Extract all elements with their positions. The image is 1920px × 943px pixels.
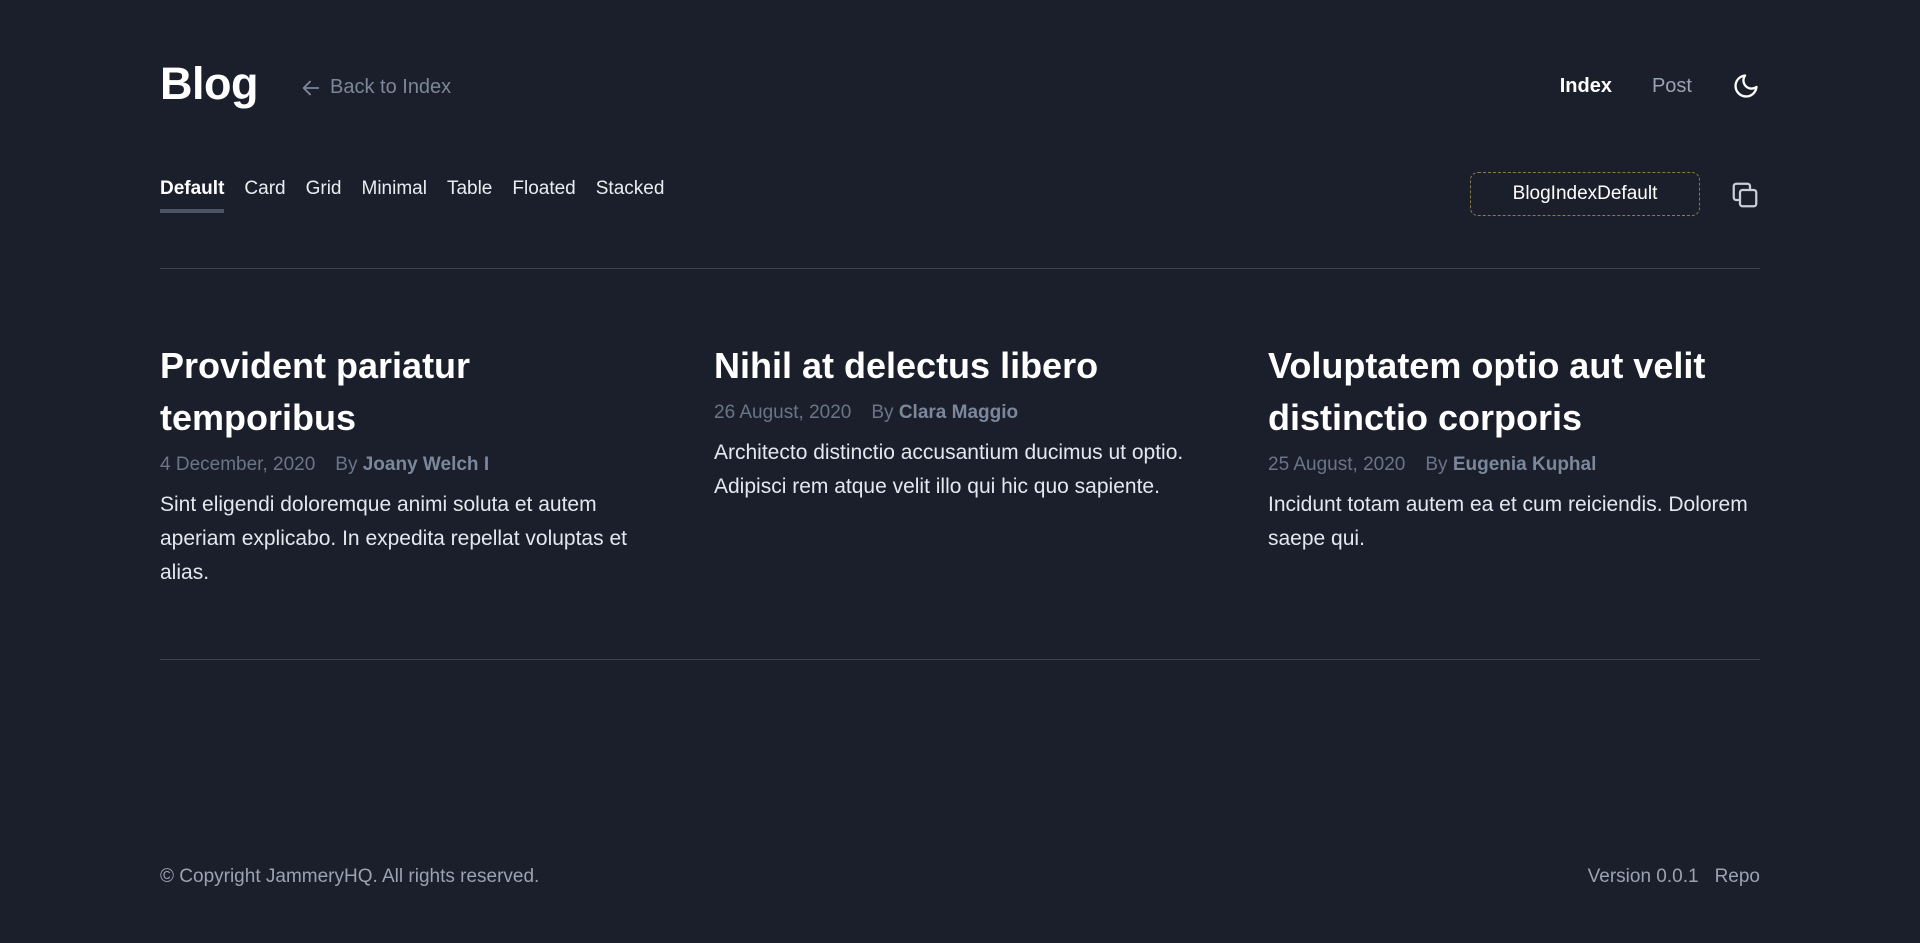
post-date: 26 August, 2020	[714, 402, 852, 423]
variant-tabs-row: Default Card Grid Minimal Table Floated …	[160, 172, 1760, 232]
top-nav: Index Post	[1560, 72, 1760, 100]
nav-index[interactable]: Index	[1560, 75, 1612, 98]
repo-link[interactable]: Repo	[1715, 866, 1760, 888]
post-card: Provident pariatur temporibus 4 December…	[160, 340, 644, 590]
post-meta: 26 August, 2020 By Clara Maggio	[714, 402, 1198, 424]
by-label: By	[871, 402, 894, 423]
post-meta: 25 August, 2020 By Eugenia Kuphal	[1268, 454, 1752, 476]
post-author[interactable]: Clara Maggio	[899, 402, 1018, 423]
by-label: By	[1425, 454, 1448, 475]
tab-card[interactable]: Card	[244, 178, 285, 213]
component-name-badge: BlogIndexDefault	[1470, 172, 1700, 216]
post-card: Voluptatem optio aut velit distinctio co…	[1268, 340, 1752, 590]
post-title[interactable]: Nihil at delectus libero	[714, 340, 1198, 392]
post-card: Nihil at delectus libero 26 August, 2020…	[714, 340, 1198, 590]
page: Blog Back to Index Index Post Default Ca…	[160, 0, 1760, 943]
post-byline: By Joany Welch I	[335, 454, 489, 476]
post-date: 25 August, 2020	[1268, 454, 1406, 475]
post-meta: 4 December, 2020 By Joany Welch I	[160, 454, 644, 476]
header: Blog Back to Index Index Post	[160, 58, 1760, 118]
divider-bottom	[160, 659, 1760, 660]
tab-stacked[interactable]: Stacked	[596, 178, 665, 213]
post-excerpt: Sint eligendi doloremque animi soluta et…	[160, 493, 627, 584]
version-text: Version 0.0.1	[1587, 866, 1699, 887]
post-title[interactable]: Voluptatem optio aut velit distinctio co…	[1268, 340, 1752, 444]
footer-links: Version 0.0.1 Repo	[1588, 866, 1760, 888]
copyright-text: © Copyright JammeryHQ. All rights reserv…	[160, 866, 540, 887]
copy-icon[interactable]	[1730, 180, 1760, 210]
post-date: 4 December, 2020	[160, 454, 316, 475]
tab-default[interactable]: Default	[160, 178, 225, 213]
post-list: Provident pariatur temporibus 4 December…	[160, 340, 1760, 590]
post-title[interactable]: Provident pariatur temporibus	[160, 340, 644, 444]
back-to-index-link[interactable]: Back to Index	[300, 76, 451, 99]
tab-floated[interactable]: Floated	[512, 178, 575, 213]
post-excerpt: Architecto distinctio accusantium ducimu…	[714, 441, 1184, 498]
post-byline: By Clara Maggio	[871, 402, 1018, 424]
back-to-index-label: Back to Index	[330, 76, 452, 98]
by-label: By	[335, 454, 358, 475]
post-author[interactable]: Eugenia Kuphal	[1453, 454, 1597, 475]
tab-table[interactable]: Table	[447, 178, 492, 213]
variant-tabs: Default Card Grid Minimal Table Floated …	[160, 178, 664, 213]
divider-top	[160, 268, 1760, 269]
post-excerpt: Incidunt totam autem ea et cum reiciendi…	[1268, 493, 1748, 550]
logo[interactable]: Blog	[160, 58, 258, 110]
post-author[interactable]: Joany Welch I	[363, 454, 489, 475]
moon-icon[interactable]	[1732, 72, 1760, 100]
tab-grid[interactable]: Grid	[306, 178, 342, 213]
nav-post[interactable]: Post	[1652, 75, 1692, 98]
arrow-left-icon	[302, 80, 320, 95]
tab-minimal[interactable]: Minimal	[362, 178, 427, 213]
post-byline: By Eugenia Kuphal	[1425, 454, 1596, 476]
